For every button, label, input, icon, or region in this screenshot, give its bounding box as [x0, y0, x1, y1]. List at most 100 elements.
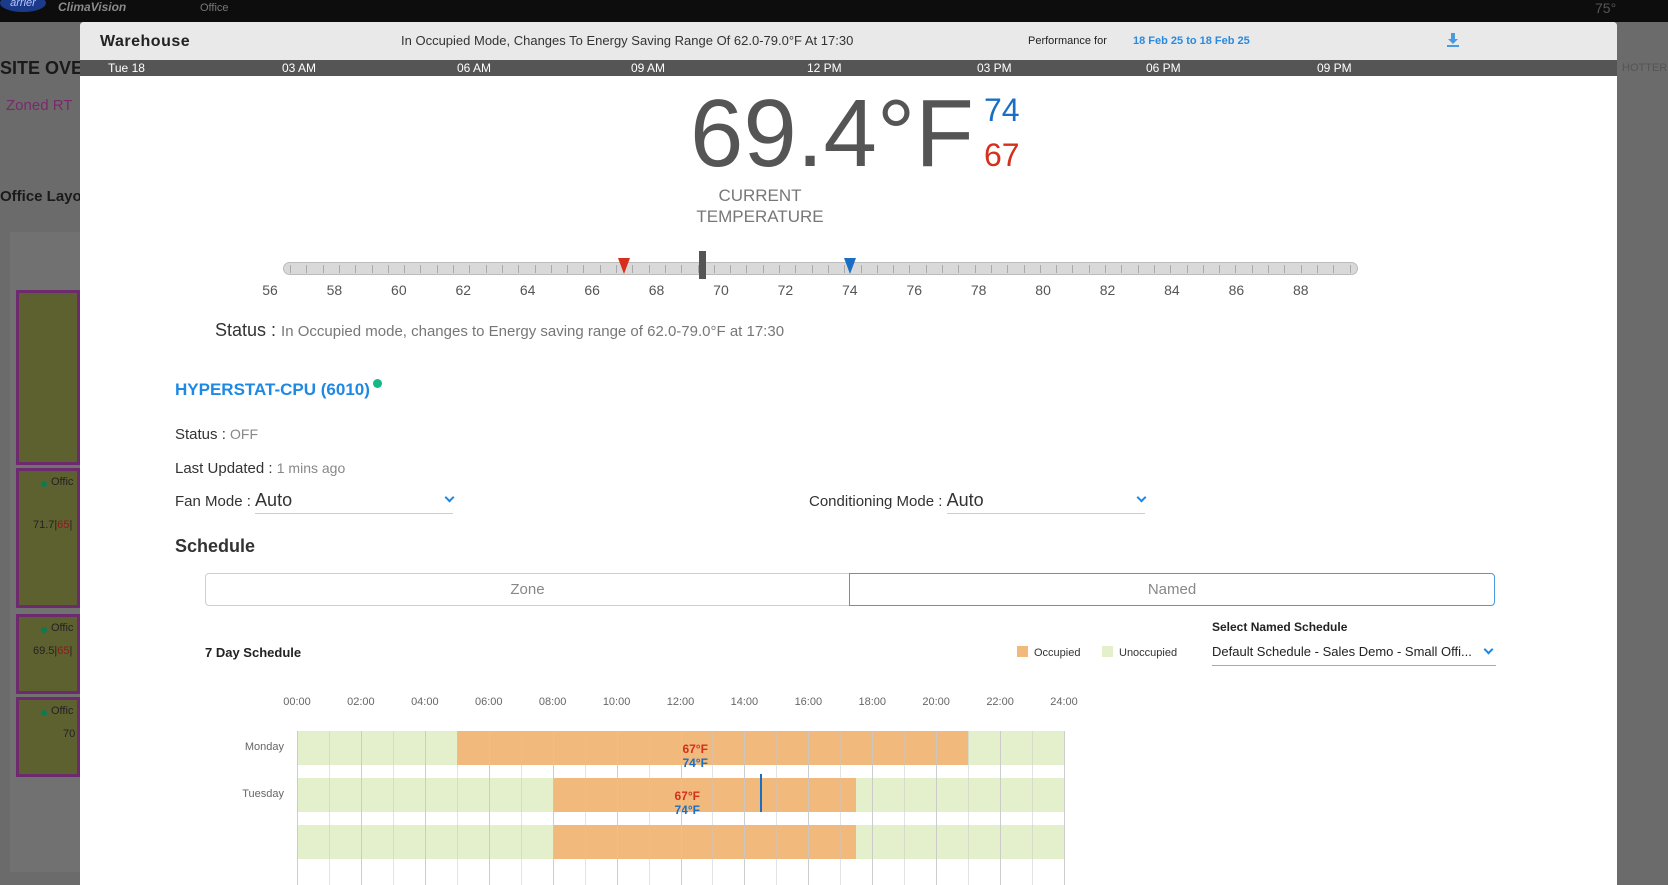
scale-label: 64 [519, 282, 536, 298]
slider-tick [1072, 265, 1074, 273]
slider-tick [974, 265, 976, 273]
grid-line [904, 731, 906, 885]
download-icon[interactable] [1445, 32, 1461, 48]
slider-tick [599, 265, 601, 273]
tab-zone[interactable]: Zone [205, 573, 850, 606]
zone-title: Warehouse [100, 33, 191, 50]
scale-label: 58 [326, 282, 343, 298]
chevron-down-icon [1483, 644, 1494, 655]
slider-tick [1121, 265, 1123, 273]
grid-line [936, 731, 938, 885]
hour-label: 08:00 [538, 696, 567, 708]
conditioning-mode-select[interactable]: Auto [946, 490, 1147, 514]
device-status-value: OFF [230, 426, 259, 442]
slider-tick [730, 265, 732, 273]
zone-card[interactable]: Offic 69.5|65| [16, 614, 80, 694]
hour-label: 20:00 [922, 696, 950, 708]
slider-tick [1333, 265, 1335, 273]
zone-status-row: Status : In Occupied mode, changes to En… [215, 320, 785, 340]
current-temperature-marker [698, 251, 706, 279]
slider-tick [1235, 265, 1237, 273]
scale-label: 84 [1164, 282, 1180, 298]
slider-tick [1316, 265, 1318, 273]
performance-timeline[interactable]: Tue 18 03 AM 06 AM 09 AM 12 PM 03 PM 06 … [80, 60, 1617, 76]
slider-tick [469, 265, 471, 273]
zone-values: 69.5|65| [33, 645, 73, 657]
slider-tick [518, 265, 520, 273]
hour-label: 24:00 [1050, 696, 1078, 708]
slider-tick [1023, 265, 1025, 273]
cooling-setpoint-marker[interactable] [843, 258, 856, 274]
timeline-label: 03 AM [282, 61, 317, 75]
grid-line [360, 731, 362, 885]
hour-label: 12:00 [666, 696, 695, 708]
scale-label: 80 [1035, 282, 1051, 298]
slider-tick [338, 265, 340, 273]
zone-card[interactable] [16, 290, 80, 465]
scale-label: 70 [713, 282, 729, 298]
grid-line [1064, 731, 1065, 885]
performance-date-range[interactable]: 18 Feb 25 to 18 Feb 25 [1133, 35, 1250, 47]
performance-label: Performance for [1028, 35, 1107, 47]
slider-tick [1219, 265, 1221, 273]
grid-line [808, 731, 810, 885]
office-layout-label: Office Layo [0, 188, 82, 205]
zoned-rtu-label[interactable]: Zoned RT [6, 97, 72, 114]
occupied-bar[interactable] [552, 825, 857, 859]
office-nav-label[interactable]: Office [200, 2, 229, 14]
device-name[interactable]: HYPERSTAT-CPU (6010) [175, 380, 370, 400]
hour-label: 16:00 [794, 696, 823, 708]
brand-name: ClimaVision [58, 0, 127, 14]
occupied-bar[interactable] [552, 778, 857, 812]
tab-named[interactable]: Named [849, 573, 1495, 606]
hour-label: 18:00 [858, 696, 887, 708]
scale-label: 86 [1228, 282, 1245, 298]
slider-tick [1170, 265, 1172, 273]
hour-label: 00:00 [283, 696, 311, 708]
grid-line [584, 731, 586, 885]
slider-tick [453, 265, 454, 273]
slider-tick [420, 265, 422, 273]
grid-line [680, 731, 682, 885]
slider-tick [860, 265, 862, 273]
temperature-slider-track[interactable] [283, 262, 1358, 275]
grid-line [776, 731, 778, 885]
slider-tick [664, 265, 666, 273]
occupied-setpoints: 67°F 74°F [682, 742, 708, 770]
zone-card[interactable]: Offic 70 [16, 697, 80, 777]
grid-line [616, 731, 618, 885]
legend-swatch [1102, 646, 1113, 657]
slider-tick [1186, 265, 1188, 273]
last-updated-value: 1 mins ago [276, 460, 346, 476]
fan-mode-row: Fan Mode : Auto [175, 490, 455, 514]
legend-swatch [1017, 646, 1028, 657]
hour-label: 06:00 [474, 696, 503, 708]
fan-mode-select[interactable]: Auto [255, 490, 455, 514]
grid-line [648, 731, 650, 885]
slider-tick [387, 265, 389, 273]
slider-tick [1137, 265, 1139, 273]
slider-tick [355, 265, 357, 273]
chevron-down-icon [444, 492, 455, 503]
occupied-setpoints: 67°F 74°F [674, 789, 700, 817]
slider-tick [290, 265, 291, 273]
named-schedule-select[interactable]: Default Schedule - Sales Demo - Small Of… [1212, 642, 1496, 666]
slider-tick [632, 265, 634, 273]
seven-day-schedule-label: 7 Day Schedule [205, 645, 302, 660]
scale-label: 78 [970, 282, 987, 298]
scale-label: 76 [906, 282, 923, 298]
heating-setpoint-marker[interactable] [618, 258, 631, 274]
cooling-setpoint: 74 [984, 92, 1020, 128]
slider-tick [925, 265, 927, 273]
zone-card[interactable]: Offic 71.7|65| [16, 468, 80, 608]
slider-tick [648, 265, 650, 273]
slider-tick [1268, 265, 1269, 273]
grid-line [456, 731, 458, 885]
slider-tick [322, 265, 324, 273]
schedule-tabs: Zone Named [205, 573, 1495, 606]
grid-line [552, 731, 554, 885]
device-status-row: Status : OFF [175, 426, 259, 443]
grid-line [1000, 731, 1002, 885]
slider-tick [795, 265, 797, 273]
app-top-bar: arrier ClimaVision Office 75° [0, 0, 1668, 22]
